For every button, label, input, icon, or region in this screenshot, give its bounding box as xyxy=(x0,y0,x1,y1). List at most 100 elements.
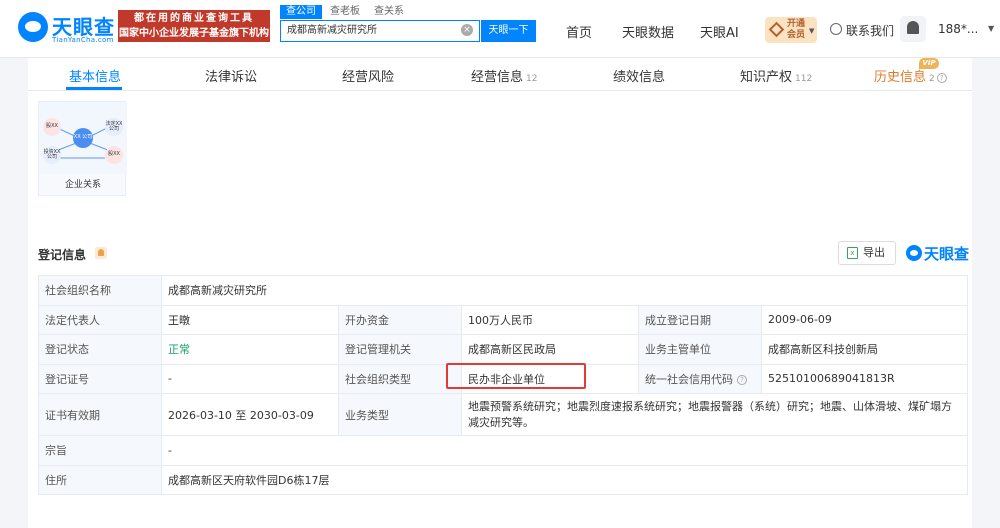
vip-label-line-2: 会员 xyxy=(787,30,806,40)
field-label: 证书有效期 xyxy=(38,393,162,436)
slogan-banner: 都在用的商业查询工具 国家中小企业发展子基金旗下机构 xyxy=(118,10,270,42)
search-tab-company[interactable]: 查公司 xyxy=(280,5,322,19)
tab-risk[interactable]: 经营风险 xyxy=(342,66,394,85)
eye-logo-icon xyxy=(906,245,922,261)
active-tab-indicator xyxy=(66,87,122,90)
field-label: 成立登记日期 xyxy=(638,304,762,335)
slogan-line-2: 国家中小企业发展子基金旗下机构 xyxy=(119,28,269,39)
vip-button[interactable]: 开通 会员 ▼ xyxy=(765,17,817,43)
relation-graph-thumbnail: 股XX XX 公司 法定XX 公司 投资XX 公司 股XX xyxy=(39,102,127,174)
graph-node-center: XX 公司 xyxy=(73,128,93,148)
excel-icon: x xyxy=(847,247,858,259)
clear-icon[interactable]: × xyxy=(461,24,473,36)
search-tab-relation[interactable]: 查关系 xyxy=(368,5,410,19)
field-value: 2009-06-09 xyxy=(761,304,968,335)
caret-down-icon: ▼ xyxy=(809,27,815,35)
relation-card-label: 企业关系 xyxy=(64,180,101,190)
registration-info-table: 社会组织名称 成都高新减灾研究所 法定代表人 王暾 开办资金 100万人民币 成… xyxy=(38,275,968,495)
nav-ai[interactable]: 天眼AI xyxy=(700,22,739,41)
logo-subtext: TianYanCha.com xyxy=(52,36,114,44)
table-row: 证书有效期 2026-03-10 至 2030-03-09 业务类型 地震预警系… xyxy=(38,393,968,436)
tab-label: 经营风险 xyxy=(342,70,395,85)
vip-label-line-1: 开通 xyxy=(787,19,806,29)
field-label: 住所 xyxy=(38,464,162,495)
search-input[interactable]: 成都高新减灾研究所 xyxy=(280,20,480,42)
field-value: 2026-03-10 至 2030-03-09 xyxy=(161,393,339,436)
tab-label: 经营信息 xyxy=(471,70,524,85)
field-label: 业务主管单位 xyxy=(638,334,762,365)
user-menu[interactable]: 188*... xyxy=(938,22,978,36)
vip-badge: VIP xyxy=(919,58,939,69)
table-row: 登记证号 - 社会组织类型 民办非企业单位 统一社会信用代码? 52510100… xyxy=(38,363,968,394)
vip-label: 开通 会员 xyxy=(787,19,805,41)
phone-icon xyxy=(830,23,842,35)
field-label: 登记状态 xyxy=(38,334,162,365)
field-value: 100万人民币 xyxy=(461,304,639,335)
tab-operation[interactable]: 经营信息 12 xyxy=(471,66,537,85)
chevron-down-icon[interactable]: ▼ xyxy=(988,24,994,33)
search-button[interactable]: 天眼一下 xyxy=(481,20,536,42)
tab-performance[interactable]: 绩效信息 xyxy=(613,66,665,85)
subscribe-bell-icon[interactable] xyxy=(95,247,107,259)
notification-button[interactable] xyxy=(900,16,926,42)
status-value: 正常 xyxy=(161,334,339,365)
slogan-line-1: 都在用的商业查询工具 xyxy=(134,13,254,24)
tab-label: 历史信息 xyxy=(874,70,927,85)
tab-label: 绩效信息 xyxy=(613,70,666,85)
main-content: 股XX XX 公司 法定XX 公司 投资XX 公司 股XX 企业关系 登记信息 … xyxy=(28,91,972,528)
table-row: 宗旨 - xyxy=(38,435,968,466)
top-bar: 天眼查 TianYanCha.com 都在用的商业查询工具 国家中小企业发展子基… xyxy=(0,0,1000,58)
field-value: 民办非企业单位 xyxy=(461,363,639,394)
tab-basic-info[interactable]: 基本信息 xyxy=(69,66,121,85)
table-row: 法定代表人 王暾 开办资金 100万人民币 成立登记日期 2009-06-09 xyxy=(38,304,968,335)
graph-node: 股XX xyxy=(105,146,123,164)
field-value: - xyxy=(161,435,968,466)
field-value: 王暾 xyxy=(161,304,339,335)
tab-label: 基本信息 xyxy=(69,70,122,85)
field-label: 宗旨 xyxy=(38,435,162,466)
field-label: 登记证号 xyxy=(38,363,162,394)
graph-node: 投资XX 公司 xyxy=(43,146,61,164)
tab-label: 法律诉讼 xyxy=(205,70,258,85)
field-label: 社会组织类型 xyxy=(338,363,462,394)
export-label: 导出 xyxy=(863,246,885,259)
tab-legal[interactable]: 法律诉讼 xyxy=(205,66,257,85)
field-label: 社会组织名称 xyxy=(38,275,162,306)
field-value: 成都高新减灾研究所 xyxy=(161,275,968,306)
tab-ip[interactable]: 知识产权 112 xyxy=(740,66,812,85)
table-row: 社会组织名称 成都高新减灾研究所 xyxy=(38,275,968,306)
tab-label: 知识产权 xyxy=(740,70,793,85)
tab-bar: 基本信息 法律诉讼 经营风险 经营信息 12 绩效信息 知识产权 112 历史信息 2… xyxy=(28,58,972,91)
field-label: 开办资金 xyxy=(338,304,462,335)
field-value: - xyxy=(161,363,339,394)
tab-history[interactable]: 历史信息 2? xyxy=(874,66,947,85)
field-value: 成都高新区天府软件园D6栋17层 xyxy=(161,464,968,495)
table-row: 住所 成都高新区天府软件园D6栋17层 xyxy=(38,464,968,495)
field-value: 成都高新区科技创新局 xyxy=(761,334,968,365)
tab-count: 12 xyxy=(526,74,538,84)
field-label: 登记管理机关 xyxy=(338,334,462,365)
search-tabs: 查公司 查老板 查关系 xyxy=(280,5,412,19)
section-title: 登记信息 xyxy=(38,248,87,262)
field-value: 成都高新区民政局 xyxy=(461,334,639,365)
search-tab-boss[interactable]: 查老板 xyxy=(324,5,366,19)
graph-node: 股XX xyxy=(43,118,61,136)
contact-us-link[interactable]: 联系我们 xyxy=(846,22,894,39)
help-icon[interactable]: ? xyxy=(737,374,747,385)
graph-node: 法定XX 公司 xyxy=(105,118,123,136)
logo[interactable]: 天眼查 TianYanCha.com xyxy=(18,10,118,48)
tab-count: 2 xyxy=(929,74,935,84)
field-label: 法定代表人 xyxy=(38,304,162,335)
export-button[interactable]: x 导出 xyxy=(838,241,896,265)
field-label: 业务类型 xyxy=(338,393,462,436)
brand-text: 天眼查 xyxy=(924,245,970,263)
field-value: 52510100689041813R xyxy=(761,363,968,394)
enterprise-relation-card[interactable]: 股XX XX 公司 法定XX 公司 投资XX 公司 股XX 企业关系 xyxy=(38,101,127,196)
nav-data[interactable]: 天眼数据 xyxy=(622,22,674,41)
field-label-text: 统一社会信用代码 xyxy=(645,372,733,386)
nav-home[interactable]: 首页 xyxy=(566,22,592,41)
field-label: 统一社会信用代码? xyxy=(638,363,762,394)
help-icon[interactable]: ? xyxy=(936,73,947,83)
table-row: 登记状态 正常 登记管理机关 成都高新区民政局 业务主管单位 成都高新区科技创新… xyxy=(38,334,968,365)
eye-logo-icon xyxy=(18,12,48,42)
